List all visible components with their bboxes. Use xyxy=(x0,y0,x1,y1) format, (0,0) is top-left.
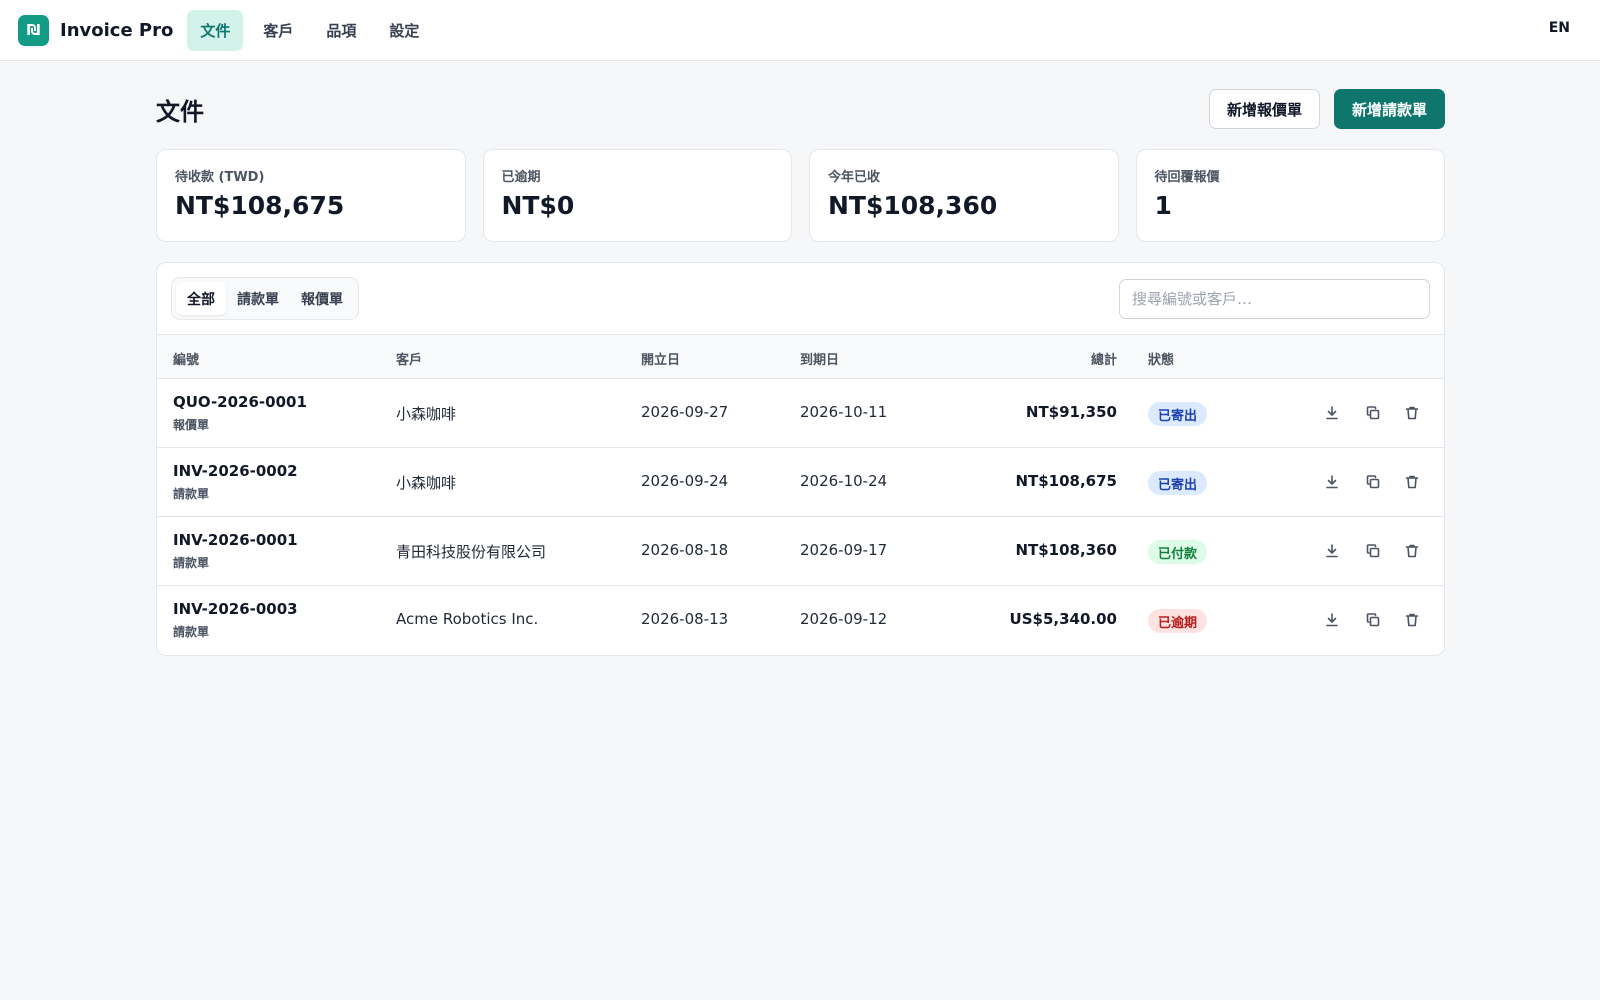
document-type-filter: 全部 請款單 報價單 xyxy=(171,277,359,320)
issue-date: 2026-09-24 xyxy=(641,472,729,490)
stat-card-received-this-year: 今年已收 NT$108,360 xyxy=(809,149,1119,242)
stat-value: NT$108,675 xyxy=(175,191,345,220)
client-name: 小森咖啡 xyxy=(396,405,457,423)
client-name: 青田科技股份有限公司 xyxy=(396,543,547,561)
trash-icon[interactable] xyxy=(1402,472,1422,492)
column-header-issue-date[interactable]: 開立日 xyxy=(641,349,680,368)
status-badge: 已付款 xyxy=(1148,540,1208,564)
document-total: NT$108,360 xyxy=(1015,541,1117,559)
table-row[interactable]: INV-2026-0002 請款單 小森咖啡 2026-09-24 2026-1… xyxy=(157,448,1444,517)
trash-icon[interactable] xyxy=(1402,541,1422,561)
nav-item-clients[interactable]: 客戶 xyxy=(250,10,306,51)
client-name: 小森咖啡 xyxy=(396,474,457,492)
top-navigation-bar: ₪ Invoice Pro 文件 客戶 品項 設定 EN xyxy=(0,0,1600,61)
copy-icon[interactable] xyxy=(1363,403,1383,423)
due-date: 2026-10-11 xyxy=(800,403,888,421)
table-row[interactable]: QUO-2026-0001 報價單 小森咖啡 2026-09-27 2026-1… xyxy=(157,379,1444,448)
new-invoice-button[interactable]: 新增請款單 xyxy=(1334,89,1445,129)
new-quote-button[interactable]: 新增報價單 xyxy=(1209,89,1320,129)
table-row[interactable]: INV-2026-0003 請款單 Acme Robotics Inc. 202… xyxy=(157,586,1444,655)
filter-bar: 全部 請款單 報價單 xyxy=(157,263,1444,335)
table-header: 編號 客戶 開立日 到期日 總計 狀態 xyxy=(157,335,1444,379)
status-badge: 已逾期 xyxy=(1148,609,1208,633)
page-title: 文件 xyxy=(156,98,204,126)
copy-icon[interactable] xyxy=(1363,472,1383,492)
language-toggle[interactable]: EN xyxy=(1549,20,1570,36)
download-icon[interactable] xyxy=(1322,472,1342,492)
stat-value: NT$108,360 xyxy=(828,191,998,220)
trash-icon[interactable] xyxy=(1402,610,1422,630)
document-type: 請款單 xyxy=(173,625,210,639)
summary-stats: 待收款 (TWD) NT$108,675 已逾期 NT$0 今年已收 NT$10… xyxy=(156,149,1445,242)
issue-date: 2026-08-18 xyxy=(641,541,729,559)
nav-item-documents[interactable]: 文件 xyxy=(187,9,244,51)
main-nav: 文件 客戶 品項 設定 xyxy=(187,9,439,51)
client-name: Acme Robotics Inc. xyxy=(396,610,539,628)
download-icon[interactable] xyxy=(1322,403,1342,423)
document-number[interactable]: INV-2026-0001 xyxy=(173,531,298,549)
stat-label: 已逾期 xyxy=(501,170,541,185)
document-type: 請款單 xyxy=(173,556,210,570)
download-icon[interactable] xyxy=(1322,541,1342,561)
stat-label: 待回覆報價 xyxy=(1154,170,1220,185)
status-badge: 已寄出 xyxy=(1148,471,1208,495)
stat-label: 待收款 (TWD) xyxy=(175,170,265,185)
copy-icon[interactable] xyxy=(1363,610,1383,630)
due-date: 2026-09-12 xyxy=(800,610,888,628)
stat-card-overdue: 已逾期 NT$0 xyxy=(482,149,792,242)
column-header-due-date[interactable]: 到期日 xyxy=(800,349,839,368)
filter-tab-all[interactable]: 全部 xyxy=(176,282,226,315)
search-input[interactable] xyxy=(1119,279,1430,319)
column-header-number[interactable]: 編號 xyxy=(173,349,199,368)
trash-icon[interactable] xyxy=(1402,403,1422,423)
app-name: Invoice Pro xyxy=(60,19,174,41)
column-header-status[interactable]: 狀態 xyxy=(1148,349,1174,368)
filter-tab-invoices[interactable]: 請款單 xyxy=(226,282,290,315)
document-total: US$5,340.00 xyxy=(1009,610,1117,628)
document-type: 報價單 xyxy=(173,418,210,432)
document-total: NT$91,350 xyxy=(1025,403,1117,421)
stat-card-pending-quotes: 待回覆報價 1 xyxy=(1135,149,1445,242)
due-date: 2026-09-17 xyxy=(800,541,888,559)
status-badge: 已寄出 xyxy=(1148,402,1208,426)
column-header-client[interactable]: 客戶 xyxy=(396,349,422,368)
filter-tab-quotes[interactable]: 報價單 xyxy=(290,282,354,315)
document-type: 請款單 xyxy=(173,487,210,501)
document-number[interactable]: INV-2026-0003 xyxy=(173,600,298,618)
stat-value: 1 xyxy=(1154,191,1172,220)
nav-item-settings[interactable]: 設定 xyxy=(376,10,432,51)
document-number[interactable]: QUO-2026-0001 xyxy=(173,393,307,411)
document-total: NT$108,675 xyxy=(1015,472,1117,490)
issue-date: 2026-08-13 xyxy=(641,610,729,628)
brand[interactable]: ₪ Invoice Pro xyxy=(18,14,174,46)
due-date: 2026-10-24 xyxy=(800,472,888,490)
copy-icon[interactable] xyxy=(1363,541,1383,561)
stat-value: NT$0 xyxy=(501,191,575,220)
nav-item-items[interactable]: 品項 xyxy=(313,10,369,51)
table-body: QUO-2026-0001 報價單 小森咖啡 2026-09-27 2026-1… xyxy=(157,379,1444,655)
download-icon[interactable] xyxy=(1322,610,1342,630)
documents-panel: 全部 請款單 報價單 編號 客戶 開立日 到期日 總計 狀態 QUO-2026-… xyxy=(156,262,1445,656)
stat-card-receivable: 待收款 (TWD) NT$108,675 xyxy=(156,149,466,242)
table-row[interactable]: INV-2026-0001 請款單 青田科技股份有限公司 2026-08-18 … xyxy=(157,517,1444,586)
column-header-total[interactable]: 總計 xyxy=(1091,349,1117,368)
issue-date: 2026-09-27 xyxy=(641,403,729,421)
document-number[interactable]: INV-2026-0002 xyxy=(173,462,298,480)
app-logo-icon: ₪ xyxy=(18,14,49,46)
stat-label: 今年已收 xyxy=(828,170,881,185)
